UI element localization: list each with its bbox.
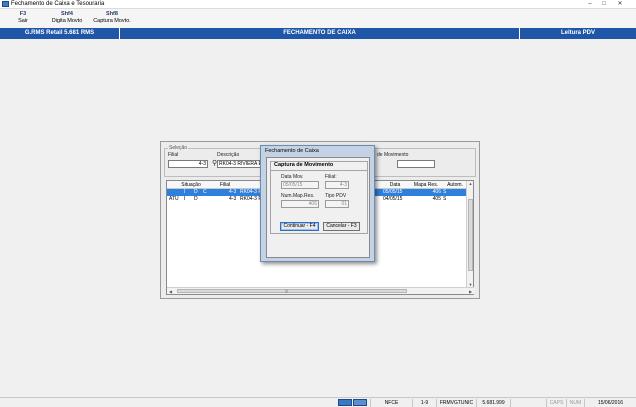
screen-title: FECHAMENTO DE CAIXA [120,28,520,39]
continue-button[interactable]: Continuar - F4 [280,222,319,231]
vertical-scroll-thumb[interactable] [468,199,473,271]
data-mov-label: Data Mov. [281,174,304,180]
col-situacao[interactable]: Situação [176,181,206,189]
tipo-pdv-label: Tipo PDV [325,193,347,199]
dialog-filial-label: Filial: [325,174,337,180]
row-data: 04/05/15 [383,196,403,202]
status-caps: CAPS [546,399,566,407]
scroll-left-icon[interactable]: ◀ [167,288,174,295]
row-flag-d: D [194,189,198,195]
header-bar: G.RMS Retail 5.681 RMS FECHAMENTO DE CAI… [0,28,636,39]
status-range: 1-9 [412,399,436,407]
num-map-field: 406 [281,200,319,208]
status-bar: NFCE 1-9 FRMVGTUNIC 5.681.999 CAPS NUM 1… [0,397,636,407]
dialog-body: Captura de Movimento Data Mov. 05/05/15 … [266,157,370,258]
col-autom[interactable]: Autom. [443,181,467,189]
status-empty [510,399,546,407]
status-user: FRMVGTUNIC [436,399,476,407]
tipo-pdv-field: 01 [325,200,349,208]
row-flag-c: C [203,189,207,195]
system-name: G.RMS Retail 5.681 RMS [0,28,120,39]
row-filial-num: 4-3 [229,196,237,202]
scroll-right-icon[interactable]: ▶ [467,288,474,295]
filial-field[interactable]: 4-3 [168,160,208,168]
data-mov-field: 05/05/15 [281,181,319,189]
row-flag-i: I [184,196,186,202]
capture-movement-label: Captura Movto. [93,18,131,24]
dialog-title: Fechamento de Caixa [265,148,319,154]
app-icon [2,1,9,7]
toolbar: F3 Sair Shf4 Digita Movto Shf8 Captura M… [0,9,636,28]
selection-legend: Seleção [168,145,189,151]
scroll-up-icon[interactable]: ▲ [467,181,474,187]
dialog-divider [271,170,367,171]
row-flag-d: D [194,196,198,202]
minimize-button[interactable]: – [584,1,596,8]
window-title-bar: Fechamento de Caixa e Tesouraria – □ ✕ [0,0,636,9]
dialog-heading: Captura de Movimento [274,162,334,168]
network-icon [353,399,367,406]
row-data: 05/05/15 [383,189,403,195]
col-filial[interactable]: Filial [215,181,235,189]
mode-label: Leitura PDV [560,30,595,36]
row-filial-num: 4-3 [229,189,237,195]
horizontal-scroll-thumb[interactable] [177,289,407,293]
col-data[interactable]: Data [385,181,405,189]
capture-movement-button[interactable]: Shf8 Captura Movto. [88,11,136,25]
type-movement-label: Digita Movto [51,18,83,24]
row-autom: S [443,189,447,195]
exit-button[interactable]: F3 Sair [10,11,36,25]
status-date: 15/06/2016 [584,399,636,407]
scroll-grip-icon: ||| [285,288,289,293]
row-status: ATU [169,196,179,202]
dialog-filial-field: 4-3 [325,181,349,189]
status-version: 5.681.999 [476,399,510,407]
capture-movement-dialog: Fechamento de Caixa Captura de Movimento… [260,145,375,262]
dialog-group: Captura de Movimento Data Mov. 05/05/15 … [270,161,368,234]
row-mapa: 406 [432,189,441,195]
filial-label: Filial [168,152,179,158]
exit-shortcut: F3 [19,11,27,17]
close-button[interactable]: ✕ [614,1,626,8]
cancel-button[interactable]: Cancelar - F3 [323,222,360,231]
type-movement-shortcut: Shf4 [61,11,73,17]
row-mapa: 405 [432,196,441,202]
grid-vertical-scrollbar[interactable]: ▲ ▼ [466,181,473,288]
num-map-label: Num.Map.Res. [281,193,315,199]
window-title: Fechamento de Caixa e Tesouraria [11,1,105,7]
grid-horizontal-scrollbar[interactable]: ◀ ||| ▶ [167,287,474,294]
maximize-button[interactable]: □ [598,1,610,8]
row-autom: S [443,196,447,202]
status-num: NUM [566,399,584,407]
movement-date-field[interactable] [397,160,435,168]
status-nfce: NFCE [370,399,412,407]
col-mapa-res[interactable]: Mapa Res. [409,181,443,189]
exit-label: Sair [18,18,28,24]
capture-movement-shortcut: Shf8 [106,11,118,17]
movement-date-label: de Movimento [377,152,409,158]
keyboard-icon [338,399,352,406]
type-movement-button[interactable]: Shf4 Digita Movto [45,11,89,25]
description-label: Descrição [217,152,240,158]
row-flag-i: I [184,189,186,195]
